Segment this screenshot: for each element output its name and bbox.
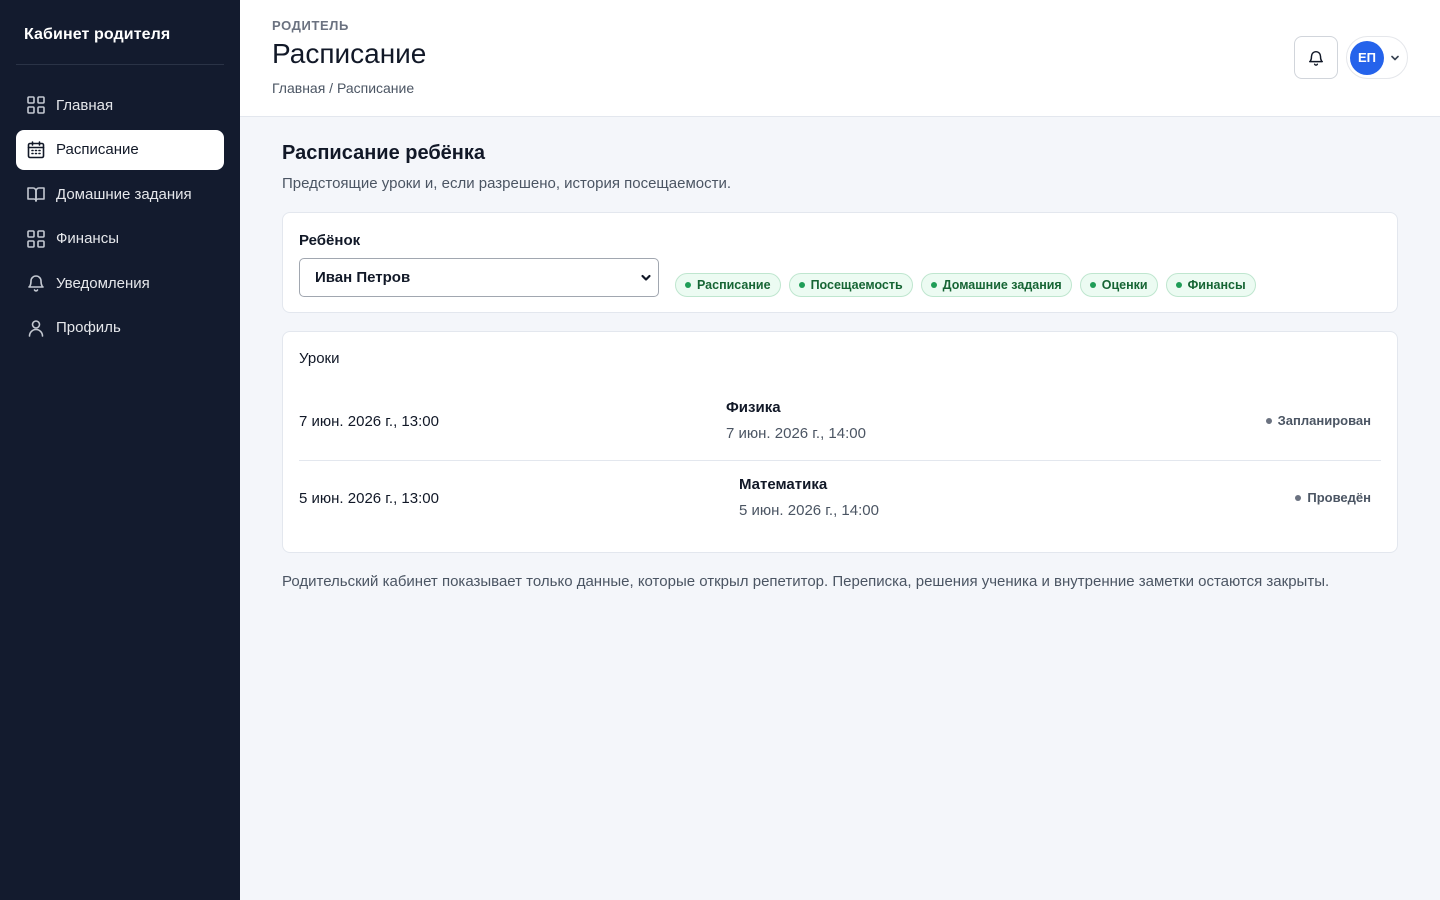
lesson-start: 5 июн. 2026 г., 13:00 — [299, 490, 439, 507]
lesson-row[interactable]: 7 июн. 2026 г., 13:00 Физика 7 июн. 2026… — [299, 384, 1381, 461]
bell-icon — [1307, 49, 1325, 67]
lessons-card: Уроки 7 июн. 2026 г., 13:00 Физика 7 июн… — [282, 331, 1398, 553]
sidebar-item-notifications[interactable]: Уведомления — [16, 263, 224, 303]
status-label: Проведён — [1307, 490, 1371, 505]
status-dot — [798, 282, 805, 288]
status-badge: Запланирован — [1265, 413, 1371, 428]
permission-label: Оценки — [1101, 278, 1148, 292]
child-select-value: Иван Петров — [315, 269, 411, 286]
breadcrumb[interactable]: Главная / Расписание — [272, 80, 414, 96]
status-dot — [685, 282, 691, 288]
sidebar-item-label: Расписание — [56, 141, 139, 158]
child-label: Ребёнок — [299, 232, 361, 249]
sidebar-nav: Главная Расписание Домашние задания Фина… — [16, 85, 224, 352]
lesson-subject: Физика — [726, 399, 781, 416]
status-dot — [1295, 494, 1302, 501]
dashboard-icon — [26, 95, 46, 115]
sidebar-brand: Кабинет родителя — [24, 26, 171, 43]
status-dot — [1265, 417, 1272, 424]
grid-icon — [26, 229, 46, 249]
section-subtitle: Предстоящие уроки и, если разрешено, ист… — [282, 175, 732, 192]
divider — [16, 64, 224, 65]
privacy-note: Родительский кабинет показывает только д… — [282, 573, 1330, 590]
role-label: РОДИТЕЛЬ — [272, 18, 349, 33]
permission-badge: Посещаемость — [788, 273, 913, 297]
status-dot — [930, 282, 937, 288]
lessons-title: Уроки — [299, 350, 340, 367]
child-selector-card: Ребёнок Иван Петров Расписание Посещаемо… — [282, 212, 1398, 313]
notifications-button[interactable] — [1294, 36, 1338, 79]
chevron-down-icon — [640, 271, 652, 288]
status-badge: Проведён — [1295, 490, 1371, 505]
lesson-end: 5 июн. 2026 г., 14:00 — [739, 502, 879, 519]
sidebar-item-label: Домашние задания — [56, 185, 192, 203]
sidebar-item-label: Главная — [56, 96, 114, 114]
lesson-subject: Математика — [739, 476, 828, 493]
sidebar-item-home[interactable]: Главная — [16, 85, 224, 125]
page-header: РОДИТЕЛЬ Расписание Главная / Расписание… — [240, 0, 1440, 117]
permission-badge: Расписание — [675, 273, 781, 297]
chevron-down-icon — [1389, 52, 1401, 64]
permission-label: Домашние задания — [942, 278, 1062, 292]
calendar-icon — [26, 140, 46, 160]
status-label: Запланирован — [1277, 413, 1371, 428]
page-title: Расписание — [272, 38, 427, 69]
user-icon — [26, 318, 46, 338]
permission-label: Расписание — [697, 278, 771, 292]
sidebar-item-label: Уведомления — [56, 274, 150, 292]
lesson-end: 7 июн. 2026 г., 14:00 — [726, 425, 866, 442]
permission-badges: Расписание Посещаемость Домашние задания… — [675, 273, 1256, 297]
lesson-start: 7 июн. 2026 г., 13:00 — [299, 413, 439, 430]
sidebar-item-finance[interactable]: Финансы — [16, 219, 224, 259]
child-select[interactable]: Иван Петров — [299, 258, 659, 297]
permission-label: Посещаемость — [810, 278, 903, 292]
sidebar-item-schedule[interactable]: Расписание — [16, 129, 224, 170]
section-title: Расписание ребёнка — [282, 142, 486, 164]
sidebar-item-profile[interactable]: Профиль — [16, 308, 224, 348]
sidebar-item-label: Финансы — [56, 230, 119, 247]
permission-badge: Домашние задания — [920, 273, 1072, 297]
sidebar: Кабинет родителя Главная Расписание Дома… — [0, 0, 240, 900]
status-dot — [1089, 282, 1096, 288]
permission-label: Финансы — [1187, 278, 1246, 292]
book-icon — [26, 184, 46, 204]
sidebar-item-homework[interactable]: Домашние задания — [16, 174, 224, 214]
avatar: ЕП — [1350, 40, 1384, 75]
sidebar-item-label: Профиль — [56, 319, 121, 336]
bell-icon — [26, 273, 46, 293]
user-menu-button[interactable]: ЕП — [1346, 36, 1408, 79]
status-dot — [1175, 282, 1182, 288]
lesson-row[interactable]: 5 июн. 2026 г., 13:00 Математика 5 июн. … — [299, 461, 1381, 538]
permission-badge: Оценки — [1079, 273, 1158, 297]
permission-badge: Финансы — [1165, 273, 1256, 297]
